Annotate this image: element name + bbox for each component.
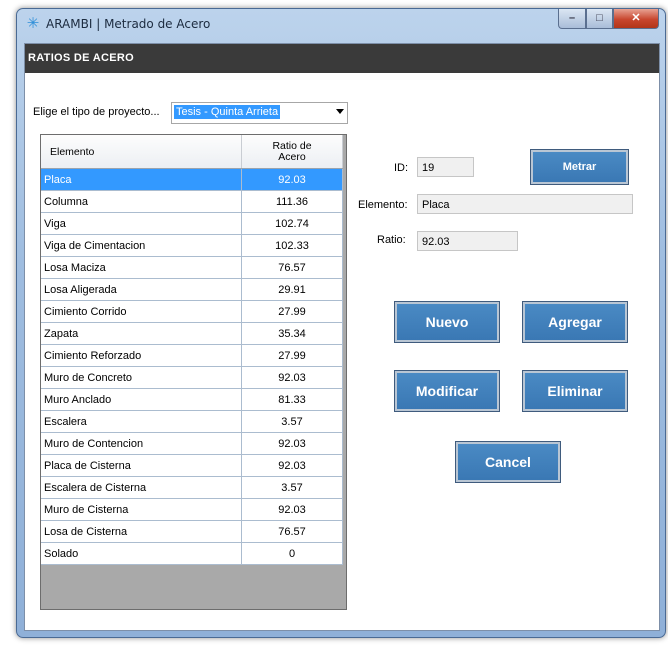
- modify-button[interactable]: Modificar: [394, 370, 500, 412]
- column-header-ratio[interactable]: Ratio de Acero: [241, 135, 343, 169]
- cell-element[interactable]: Escalera: [41, 410, 242, 433]
- snowflake-icon: ✳: [26, 15, 40, 32]
- cell-ratio[interactable]: 92.03: [241, 454, 343, 477]
- cancel-button[interactable]: Cancel: [455, 441, 561, 483]
- header-band: RATIOS DE ACERO: [25, 44, 659, 73]
- column-header-ratio-line2: Acero: [278, 150, 306, 163]
- cell-element[interactable]: Losa Aligerada: [41, 278, 242, 301]
- cell-ratio[interactable]: 76.57: [241, 256, 343, 279]
- minimize-button[interactable]: –: [558, 9, 586, 29]
- table-row[interactable]: Losa Maciza 76.57: [41, 256, 343, 279]
- cell-element[interactable]: Viga de Cimentacion: [41, 234, 242, 257]
- table-row[interactable]: Muro de Contencion 92.03: [41, 432, 343, 455]
- title-bar[interactable]: ✳ ARAMBI | Metrado de Acero – □ ✕: [17, 9, 665, 43]
- cell-element[interactable]: Losa Maciza: [41, 256, 242, 279]
- ratio-label: Ratio:: [377, 234, 406, 246]
- client-area: RATIOS DE ACERO Elige el tipo de proyect…: [24, 43, 660, 631]
- cell-element[interactable]: Cimiento Reforzado: [41, 344, 242, 367]
- cell-element[interactable]: Viga: [41, 212, 242, 235]
- cell-ratio[interactable]: 3.57: [241, 410, 343, 433]
- cell-ratio[interactable]: 111.36: [241, 190, 343, 213]
- cell-ratio[interactable]: 81.33: [241, 388, 343, 411]
- cell-ratio[interactable]: 76.57: [241, 520, 343, 543]
- delete-button[interactable]: Eliminar: [522, 370, 628, 412]
- cell-ratio[interactable]: 92.03: [241, 432, 343, 455]
- add-button[interactable]: Agregar: [522, 301, 628, 343]
- table-row[interactable]: Solado 0: [41, 542, 343, 565]
- project-type-label: Elige el tipo de proyecto...: [33, 106, 160, 118]
- cell-element[interactable]: Cimiento Corrido: [41, 300, 242, 323]
- cell-ratio[interactable]: 92.03: [241, 366, 343, 389]
- table-row[interactable]: Muro Anclado 81.33: [41, 388, 343, 411]
- cell-element[interactable]: Muro de Concreto: [41, 366, 242, 389]
- table-row[interactable]: Muro de Concreto 92.03: [41, 366, 343, 389]
- table-row[interactable]: Viga 102.74: [41, 212, 343, 235]
- cell-ratio[interactable]: 35.34: [241, 322, 343, 345]
- table-row[interactable]: Escalera 3.57: [41, 410, 343, 433]
- cell-ratio[interactable]: 27.99: [241, 300, 343, 323]
- cell-element[interactable]: Muro Anclado: [41, 388, 242, 411]
- table-row[interactable]: Placa 92.03: [41, 168, 343, 191]
- caption-buttons: – □ ✕: [558, 9, 659, 29]
- cell-ratio[interactable]: 27.99: [241, 344, 343, 367]
- maximize-button[interactable]: □: [586, 9, 613, 29]
- table-row[interactable]: Zapata 35.34: [41, 322, 343, 345]
- project-type-value: Tesis - Quinta Arrieta: [174, 105, 281, 119]
- cell-element[interactable]: Placa de Cisterna: [41, 454, 242, 477]
- cell-ratio[interactable]: 0: [241, 542, 343, 565]
- metrar-button[interactable]: Metrar: [530, 149, 629, 185]
- new-button[interactable]: Nuevo: [394, 301, 500, 343]
- ratios-grid[interactable]: Elemento Ratio de Acero Placa 92.03 Column…: [40, 134, 347, 610]
- cell-ratio[interactable]: 102.33: [241, 234, 343, 257]
- cell-element[interactable]: Columna: [41, 190, 242, 213]
- table-row[interactable]: Losa Aligerada 29.91: [41, 278, 343, 301]
- chevron-down-icon[interactable]: [336, 109, 344, 114]
- cell-ratio[interactable]: 92.03: [241, 168, 343, 191]
- project-type-select[interactable]: Tesis - Quinta Arrieta: [171, 102, 348, 124]
- cell-element[interactable]: Muro de Contencion: [41, 432, 242, 455]
- id-label: ID:: [394, 162, 409, 174]
- table-row[interactable]: Escalera de Cisterna 3.57: [41, 476, 343, 499]
- table-row[interactable]: Losa de Cisterna 76.57: [41, 520, 343, 543]
- id-field[interactable]: 19: [417, 157, 474, 177]
- main-window: ✳ ARAMBI | Metrado de Acero – □ ✕ RATIOS…: [16, 8, 666, 638]
- cell-element[interactable]: Solado: [41, 542, 242, 565]
- cell-element[interactable]: Muro de Cisterna: [41, 498, 242, 521]
- element-label: Elemento:: [358, 199, 408, 211]
- table-row[interactable]: Cimiento Reforzado 27.99: [41, 344, 343, 367]
- table-row[interactable]: Columna 111.36: [41, 190, 343, 213]
- element-field[interactable]: Placa: [417, 194, 633, 214]
- cell-element[interactable]: Escalera de Cisterna: [41, 476, 242, 499]
- cell-ratio[interactable]: 29.91: [241, 278, 343, 301]
- ratio-field[interactable]: 92.03: [417, 231, 518, 251]
- table-row[interactable]: Cimiento Corrido 27.99: [41, 300, 343, 323]
- page-title: RATIOS DE ACERO: [28, 52, 134, 64]
- cell-element[interactable]: Zapata: [41, 322, 242, 345]
- table-row[interactable]: Viga de Cimentacion 102.33: [41, 234, 343, 257]
- cell-ratio[interactable]: 102.74: [241, 212, 343, 235]
- column-header-element[interactable]: Elemento: [41, 135, 242, 169]
- table-row[interactable]: Placa de Cisterna 92.03: [41, 454, 343, 477]
- close-button[interactable]: ✕: [613, 9, 659, 29]
- cell-ratio[interactable]: 92.03: [241, 498, 343, 521]
- cell-element[interactable]: Placa: [41, 168, 242, 191]
- cell-element[interactable]: Losa de Cisterna: [41, 520, 242, 543]
- table-row[interactable]: Muro de Cisterna 92.03: [41, 498, 343, 521]
- window-title: ARAMBI | Metrado de Acero: [46, 17, 211, 31]
- cell-ratio[interactable]: 3.57: [241, 476, 343, 499]
